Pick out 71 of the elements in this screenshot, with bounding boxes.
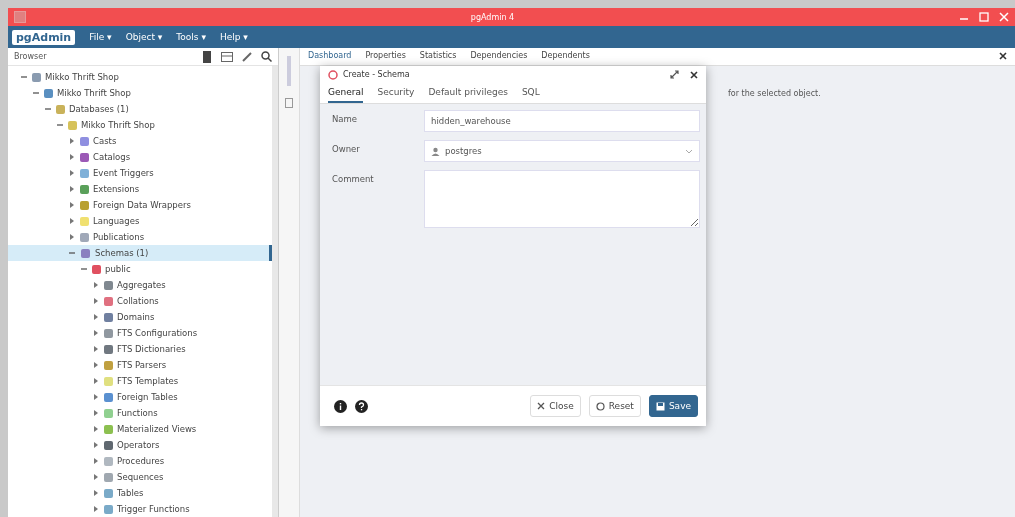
comment-field[interactable] [424,170,700,228]
tree-item[interactable]: Databases (1) [8,101,272,117]
maximize-icon[interactable] [979,12,989,22]
menu-item[interactable]: Help ▾ [219,32,248,42]
table-icon[interactable] [221,51,233,62]
tree-item[interactable]: Casts [8,133,272,149]
close-icon[interactable] [690,70,698,79]
tree-item[interactable]: public [8,261,272,277]
tree-item[interactable]: Tables [8,485,272,501]
panel-title: Browser [14,52,48,61]
user-icon [431,146,440,156]
tree-item[interactable]: Sequences [8,469,272,485]
tab[interactable]: Dashboard [308,51,352,60]
name-field[interactable]: hidden_warehouse [424,110,700,132]
field-label: Owner [331,143,361,154]
tab[interactable]: Default privileges [428,83,508,103]
expand-icon[interactable] [670,70,679,79]
tab[interactable]: Properties [365,51,406,60]
close-icon [537,402,546,410]
tree-item[interactable]: Event Triggers [8,165,272,181]
tree-item[interactable]: Mikko Thrift Shop [8,85,272,101]
close-icon[interactable] [999,51,1007,60]
tree-item[interactable]: Functions [8,405,272,421]
save-icon [655,401,665,411]
menu-item[interactable]: File ▾ [89,32,112,42]
caret-icon [685,148,693,154]
search-icon[interactable] [261,51,272,62]
reset-icon [595,401,605,411]
tree-item[interactable]: Aggregates [8,277,272,293]
tree-item[interactable]: Materialized Views [8,421,272,437]
tree-item[interactable]: Foreign Data Wrappers [8,197,272,213]
owner-dropdown[interactable]: postgres [424,140,700,162]
tree-item[interactable]: Mikko Thrift Shop [8,117,272,133]
menu-item[interactable]: Tools ▾ [176,32,206,42]
schema-icon [328,69,338,80]
dialog-title: Create - Schema [343,70,410,79]
tab[interactable]: Dependencies [470,51,528,60]
tree-item[interactable]: FTS Dictionaries [8,341,272,357]
pencil-icon[interactable] [242,51,252,62]
app-logo: pgAdmin [12,29,76,45]
tree-item[interactable]: Extensions [8,181,272,197]
tree-item[interactable]: FTS Parsers [8,357,272,373]
tree-item[interactable]: Operators [8,437,272,453]
close-button[interactable]: Close [530,395,581,417]
tab[interactable]: Security [377,83,415,103]
save-button[interactable]: Save [648,395,698,417]
tree-item[interactable]: Schemas (1) [8,245,272,261]
field-label: Comment [331,173,375,184]
tree-item[interactable]: FTS Configurations [8,325,272,341]
info-icon[interactable] [334,399,347,413]
tree-item[interactable]: Procedures [8,453,272,469]
tab[interactable]: Statistics [419,51,457,60]
tree-item[interactable]: Trigger Functions [8,501,272,517]
tab[interactable]: SQL [521,83,540,103]
tree-item[interactable]: Collations [8,293,272,309]
tree-item[interactable]: Mikko Thrift Shop [8,69,272,85]
info-message: for the selected object. [728,89,821,98]
tree-item[interactable]: Languages [8,213,272,229]
menu-item[interactable]: Object ▾ [125,32,163,42]
tree-item[interactable]: Catalogs [8,149,272,165]
tree-item[interactable]: FTS Templates [8,373,272,389]
tree-item[interactable]: Domains [8,309,272,325]
app-icon [14,11,26,23]
document-icon[interactable] [285,98,293,108]
reset-button[interactable]: Reset [588,395,641,417]
help-icon[interactable] [355,399,368,413]
tree-item[interactable]: Foreign Tables [8,389,272,405]
window-title: pgAdmin 4 [469,12,516,22]
field-label: Name [331,113,359,124]
tree-item[interactable]: Publications [8,229,272,245]
tab[interactable]: Dependents [541,51,590,60]
